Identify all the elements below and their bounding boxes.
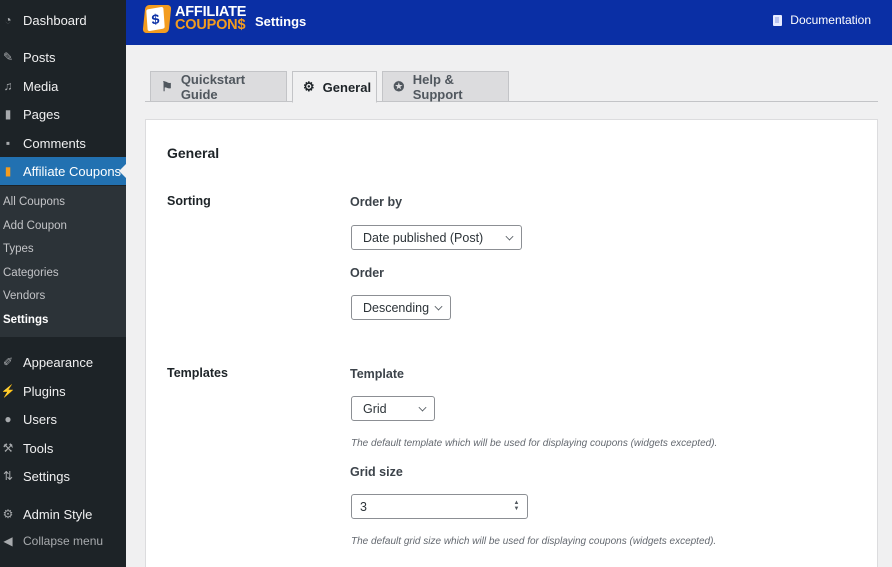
sidebar-item-posts[interactable]: ✎ Posts (0, 43, 126, 71)
templates-row-label: Templates (167, 366, 228, 380)
sidebar-item-comments[interactable]: ▪ Comments (0, 129, 126, 157)
sidebar-item-tools[interactable]: ⚒ Tools (0, 434, 126, 462)
order-label: Order (350, 266, 385, 280)
page-title: Settings (255, 14, 307, 29)
gear-icon: ⚙ (2, 507, 14, 521)
plugin-icon: ⚡ (0, 384, 16, 398)
submenu-vendors[interactable]: Vendors (3, 290, 45, 302)
active-indicator-arrow (119, 164, 126, 178)
graduation-cap-icon: ⚑ (161, 78, 173, 94)
grid-size-description: The default grid size which will be used… (351, 536, 717, 547)
affiliate-coupons-submenu: All Coupons Add Coupon Types Categories … (0, 186, 126, 337)
sidebar-item-admin-style[interactable]: ⚙ Admin Style (0, 500, 126, 528)
comment-icon: ▪ (5, 136, 11, 150)
chevron-down-icon (505, 232, 514, 241)
user-icon: ● (4, 412, 12, 426)
sidebar-item-media[interactable]: ♫ Media (0, 72, 126, 100)
logo-text-line2: COUPON$ (175, 17, 246, 33)
sidebar-item-settings[interactable]: ⇅ Settings (0, 462, 126, 490)
sidebar-item-plugins[interactable]: ⚡ Plugins (0, 377, 126, 405)
sidebar-item-pages[interactable]: ▮ Pages (0, 100, 126, 128)
wrench-icon: ⚒ (2, 441, 14, 455)
documentation-link[interactable]: Documentation (773, 13, 871, 27)
paintbrush-icon: ✐ (2, 355, 14, 369)
grid-size-label: Grid size (350, 465, 403, 479)
settings-card: General Sorting Order by Date published … (145, 119, 878, 567)
order-by-label: Order by (350, 195, 403, 209)
settings-sliders-icon: ⇅ (2, 469, 14, 483)
pin-icon: ✎ (2, 50, 14, 64)
tab-general[interactable]: ⚙ General (292, 71, 377, 103)
media-icon: ♫ (3, 79, 13, 93)
chevron-down-icon (434, 302, 443, 311)
submenu-add-coupon[interactable]: Add Coupon (3, 220, 67, 232)
order-select[interactable]: Descending (351, 295, 451, 320)
collapse-icon: ◀ (3, 534, 13, 548)
tab-quickstart-guide[interactable]: ⚑ Quickstart Guide (150, 71, 287, 102)
sidebar-item-affiliate-coupons[interactable]: ▮ Affiliate Coupons (0, 157, 126, 185)
gear-icon: ⚙ (303, 79, 315, 94)
sidebar-item-dashboard[interactable]: ◔ Dashboard (0, 6, 126, 34)
grid-size-input[interactable]: 3 ▲ ▼ (351, 494, 528, 519)
template-select[interactable]: Grid (351, 396, 435, 421)
sidebar-item-users[interactable]: ● Users (0, 405, 126, 433)
chevron-down-icon (418, 403, 427, 412)
pages-icon: ▮ (4, 107, 12, 121)
admin-sidebar: ◔ Dashboard ✎ Posts ♫ Media ▮ Pages ▪ Co… (0, 0, 126, 567)
dashboard-icon: ◔ (4, 13, 12, 27)
number-spinner[interactable]: ▲ ▼ (513, 500, 520, 512)
settings-tabs: ⚑ Quickstart Guide ⚙ General ✪ Help & Su… (145, 71, 878, 103)
submenu-categories[interactable]: Categories (3, 267, 59, 279)
document-icon (773, 14, 783, 26)
section-title: General (167, 145, 220, 161)
tab-help-support[interactable]: ✪ Help & Support (382, 71, 509, 102)
coupon-icon: ▮ (4, 164, 12, 178)
template-description: The default template which will be used … (351, 438, 718, 449)
submenu-types[interactable]: Types (3, 243, 34, 255)
plugin-header: $ AFFILIATE COUPON$ Settings Documentati… (126, 0, 892, 45)
affiliate-coupons-logo: $ AFFILIATE COUPON$ (142, 5, 246, 33)
collapse-menu-button[interactable]: ◀ Collapse menu (0, 527, 126, 555)
coupon-tag-icon: $ (142, 5, 172, 33)
sidebar-item-appearance[interactable]: ✐ Appearance (0, 348, 126, 376)
order-by-select[interactable]: Date published (Post) (351, 225, 522, 250)
template-label: Template (350, 367, 404, 381)
lifebuoy-icon: ✪ (393, 78, 405, 94)
submenu-settings[interactable]: Settings (3, 314, 48, 326)
sorting-row-label: Sorting (167, 194, 211, 208)
submenu-all-coupons[interactable]: All Coupons (3, 196, 65, 208)
